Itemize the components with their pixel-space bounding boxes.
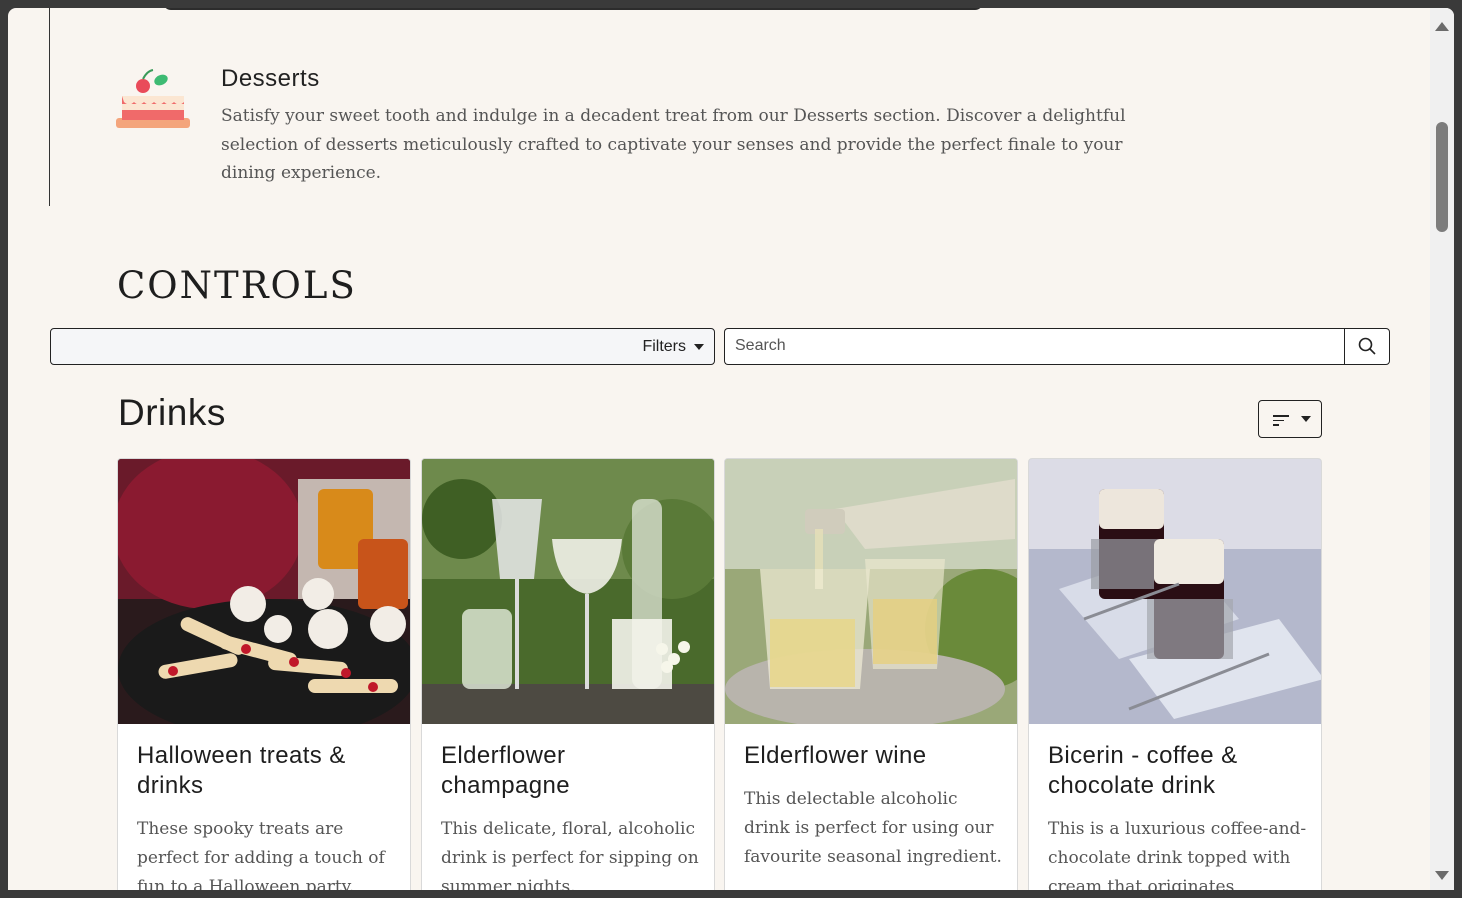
recipe-description: This is a luxurious coffee-and-chocolate… bbox=[1048, 819, 1307, 890]
recipe-card[interactable]: Elderflower champagne This delicate, flo… bbox=[421, 458, 715, 890]
recipe-description: These spooky treats are perfect for addi… bbox=[137, 819, 385, 890]
sort-icon bbox=[1273, 415, 1289, 429]
browser-page: Desserts Satisfy your sweet tooth and in… bbox=[8, 8, 1454, 890]
recipe-title[interactable]: Elderflower champagne bbox=[441, 741, 701, 801]
recipe-card[interactable]: Bicerin - coffee & chocolate drink This … bbox=[1028, 458, 1322, 890]
category-title-drinks: Drinks bbox=[118, 392, 226, 433]
search-button[interactable] bbox=[1344, 328, 1390, 365]
chevron-down-icon bbox=[1301, 416, 1311, 422]
search-input[interactable] bbox=[725, 329, 1345, 362]
search-field[interactable] bbox=[724, 328, 1345, 365]
recipe-title[interactable]: Bicerin - coffee & chocolate drink bbox=[1048, 741, 1308, 801]
browser-toolbar-edge bbox=[163, 8, 983, 10]
recipe-description: This delectable alcoholic drink is perfe… bbox=[744, 789, 1002, 867]
recipe-image-elderflower-champagne bbox=[422, 459, 714, 724]
controls-heading: CONTROLS bbox=[117, 264, 357, 307]
scroll-down-arrow-icon[interactable] bbox=[1435, 871, 1449, 880]
recipe-card[interactable]: Elderflower wine This delectable alcohol… bbox=[724, 458, 1018, 890]
filters-dropdown[interactable]: Filters bbox=[50, 328, 715, 365]
sort-dropdown-button[interactable] bbox=[1258, 400, 1322, 438]
section-title-desserts: Desserts bbox=[221, 65, 320, 92]
recipe-card[interactable]: Halloween treats & drinks These spooky t… bbox=[117, 458, 411, 890]
vertical-scrollbar[interactable] bbox=[1430, 8, 1454, 890]
filters-label: Filters bbox=[642, 338, 686, 355]
recipe-title[interactable]: Halloween treats & drinks bbox=[137, 741, 397, 801]
scroll-up-arrow-icon[interactable] bbox=[1435, 22, 1449, 31]
chevron-down-icon bbox=[694, 344, 704, 350]
recipe-image-elderflower-wine bbox=[725, 459, 1017, 729]
recipe-image-halloween bbox=[118, 459, 410, 739]
recipe-description: This delicate, floral, alcoholic drink i… bbox=[441, 819, 699, 890]
search-icon bbox=[1358, 337, 1376, 355]
recipe-image-bicerin bbox=[1029, 459, 1321, 724]
scrollbar-thumb[interactable] bbox=[1436, 122, 1448, 232]
cake-icon bbox=[116, 69, 190, 128]
section-divider-line bbox=[49, 8, 50, 206]
section-description-desserts: Satisfy your sweet tooth and indulge in … bbox=[221, 106, 1126, 183]
recipe-title[interactable]: Elderflower wine bbox=[744, 741, 1004, 771]
